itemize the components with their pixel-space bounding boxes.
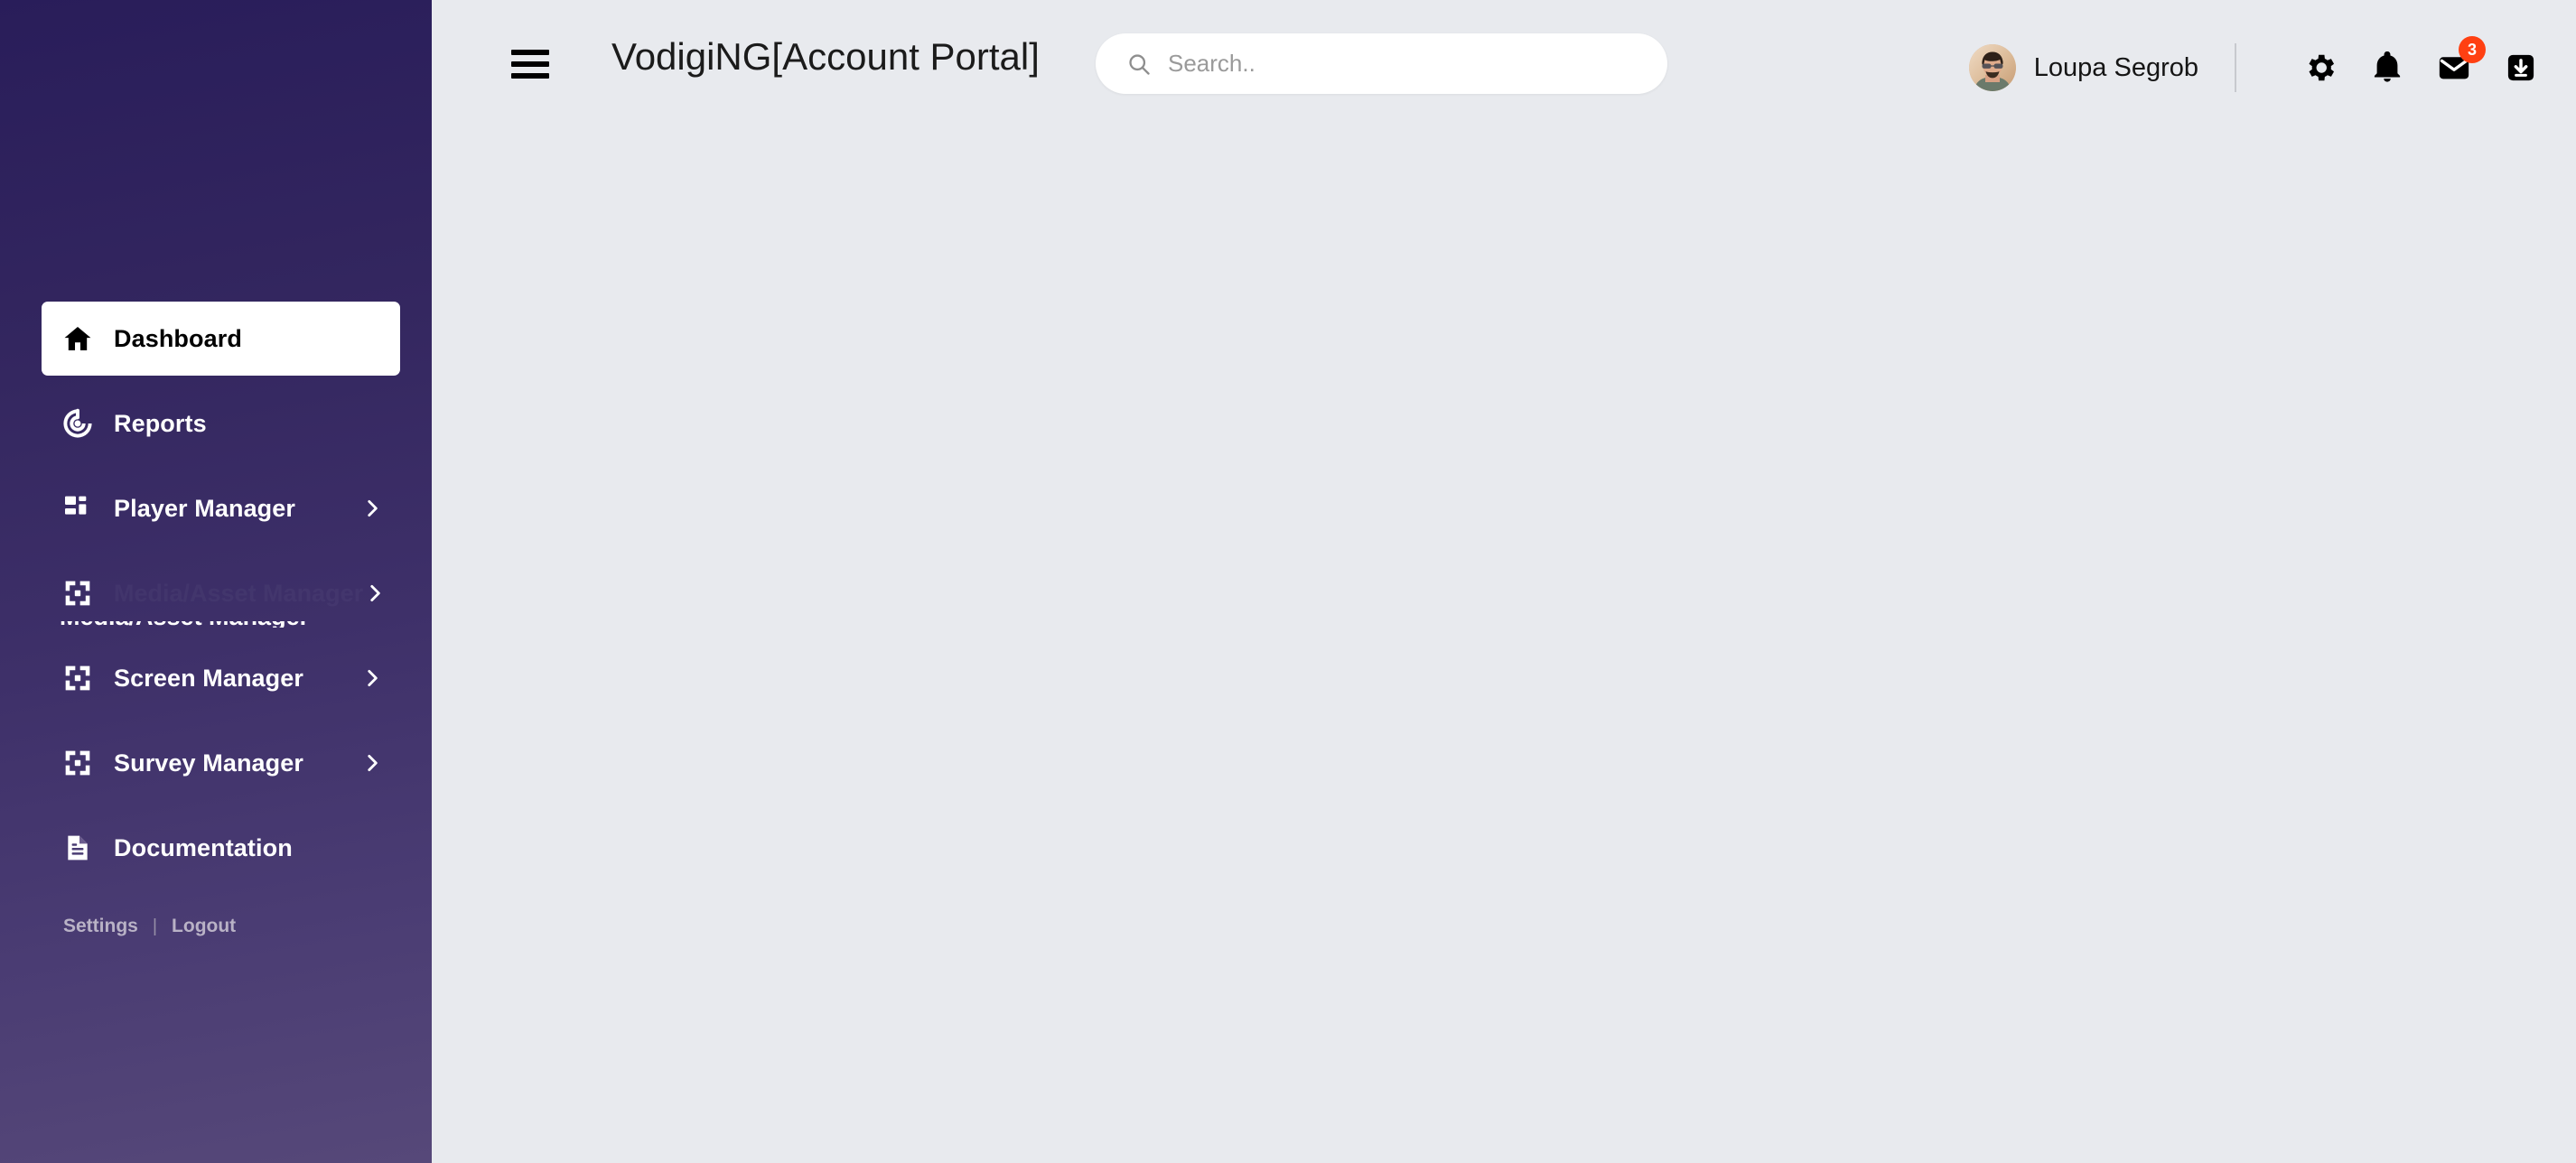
user-name: Loupa Segrob — [2033, 52, 2198, 82]
expand-icon — [60, 575, 96, 611]
hamburger-bar — [511, 73, 549, 79]
hamburger-bar — [511, 61, 549, 67]
main-content-area — [432, 135, 2576, 1163]
header-actions: Loupa Segrob 3 — [1968, 36, 2540, 96]
chevron-right-icon — [360, 497, 384, 520]
sidebar-item-screen-manager[interactable]: Screen Manager — [42, 641, 400, 715]
sidebar-item-label: Dashboard — [114, 324, 242, 352]
mail-icon[interactable]: 3 — [2435, 36, 2486, 87]
expand-icon — [60, 745, 96, 781]
sidebar-item-label: Reports — [114, 409, 207, 437]
hamburger-menu-icon[interactable] — [511, 50, 549, 79]
settings-link[interactable]: Settings — [63, 916, 138, 937]
header-divider — [2235, 43, 2236, 92]
home-icon — [60, 321, 96, 357]
chevron-right-icon — [363, 582, 387, 605]
grid-icon — [60, 490, 96, 526]
sidebar: Dashboard Reports Player Manager Screen … — [0, 0, 432, 1163]
top-header: VodigiNG[Account Portal] Search.. Loupa … — [432, 0, 2576, 135]
sidebar-nav: Dashboard Reports Player Manager Screen … — [0, 302, 432, 896]
sidebar-item-ghost-label: Media/Asset Manager — [114, 580, 363, 608]
app-root: Dashboard Reports Player Manager Screen … — [0, 0, 2576, 1163]
chevron-right-icon — [360, 666, 384, 690]
notifications-bell-icon[interactable] — [2368, 49, 2406, 87]
page-title: VodigiNG[Account Portal] — [611, 35, 1040, 78]
chevron-right-icon — [360, 751, 384, 775]
search-icon — [1126, 51, 1152, 77]
search-box[interactable] — [1096, 33, 1667, 94]
sidebar-item-label: Screen Manager — [114, 664, 303, 692]
footer-separator: | — [152, 916, 158, 936]
radar-icon — [60, 405, 96, 442]
sidebar-item-survey-manager[interactable]: Survey Manager — [42, 726, 400, 800]
sidebar-item-documentation[interactable]: Documentation — [42, 811, 400, 885]
hamburger-bar — [511, 50, 549, 55]
sidebar-item-label: Survey Manager — [114, 749, 303, 777]
logout-link[interactable]: Logout — [172, 916, 236, 937]
avatar — [1968, 44, 2016, 91]
sidebar-item-reports[interactable]: Reports — [42, 386, 400, 461]
download-inbox-icon[interactable] — [2502, 49, 2540, 87]
sidebar-item-dashboard[interactable]: Dashboard — [42, 302, 400, 376]
sidebar-item-media-asset[interactable]: Media/Asset Media/Asset Manager Media/As… — [42, 533, 400, 630]
document-icon — [60, 830, 96, 866]
sidebar-item-label: Documentation — [114, 833, 293, 861]
user-menu[interactable]: Loupa Segrob — [1968, 44, 2198, 91]
sidebar-item-label-clipped-bottom: Media/Asset Manager — [60, 621, 358, 628]
sidebar-footer: Settings | Logout — [63, 916, 236, 937]
mail-badge: 3 — [2459, 36, 2486, 63]
expand-icon — [60, 660, 96, 696]
settings-icon[interactable] — [2301, 49, 2339, 87]
sidebar-item-label: Player Manager — [114, 494, 295, 522]
sidebar-item-label-clipped-top: Media/Asset — [60, 533, 358, 544]
search-input[interactable] — [1168, 50, 1667, 78]
